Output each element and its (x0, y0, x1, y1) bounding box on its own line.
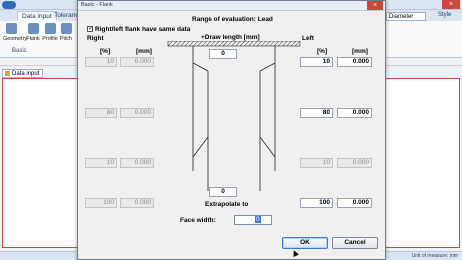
left-percent-field-4[interactable]: 100 (300, 198, 333, 208)
app-close-button[interactable]: × (442, 0, 460, 9)
right-mm-field-2: 0.000 (120, 108, 154, 118)
right-percent-header: [%] (100, 48, 111, 55)
left-mm-field-4[interactable]: 0.000 (337, 198, 372, 208)
pitch-label: Pitch (59, 36, 73, 42)
cancel-button[interactable]: Cancel (332, 237, 378, 249)
right-mm-header: [mm] (136, 48, 152, 55)
style-menu[interactable]: Style (438, 12, 451, 18)
right-percent-field-1: 10 (85, 57, 117, 67)
range-title: Range of evaluation: Lead (192, 16, 273, 23)
document-tab-data-input[interactable]: Data input (2, 69, 44, 78)
draw-length-label: +Draw length [mm] (201, 34, 260, 41)
status-unit-text: Unit of measure: mm (411, 253, 458, 259)
ribbon-group-label: Basic (12, 48, 27, 54)
pitch-button[interactable]: Pitch (58, 23, 74, 42)
left-percent-field-3: 10 (300, 158, 333, 168)
profile-button[interactable]: Profile (42, 23, 58, 42)
flank-diagram (167, 41, 301, 191)
document-icon (5, 71, 10, 76)
face-width-label: Face width: (180, 217, 216, 224)
geometry-label: Geometry (3, 36, 28, 42)
left-mm-header: [mm] (352, 48, 368, 55)
geometry-icon (5, 23, 17, 34)
left-percent-header: [%] (317, 48, 328, 55)
left-mm-field-1[interactable]: 0.000 (337, 57, 372, 67)
dialog-titlebar: Basic - Flank × (78, 1, 385, 11)
right-mm-field-1: 0.000 (120, 57, 154, 67)
dialog-title: Basic - Flank (81, 2, 113, 8)
extrapolate-label: Extrapolate to (205, 201, 249, 208)
document-tab-label: Data input (12, 71, 40, 77)
right-mm-field-3: 0.000 (120, 158, 154, 168)
right-percent-field-2: 80 (85, 108, 117, 118)
flank-button[interactable]: Flank (25, 23, 41, 42)
flank-dialog: Basic - Flank × Range of evaluation: Lea… (77, 0, 386, 260)
app-logo-icon[interactable] (2, 1, 16, 9)
same-data-checkbox[interactable]: ✓ (87, 26, 93, 32)
flank-label: Flank (26, 36, 40, 42)
ok-button[interactable]: OK (282, 237, 328, 249)
flank-icon (27, 23, 39, 34)
right-percent-field-3: 10 (85, 158, 117, 168)
left-percent-field-1[interactable]: 10 (300, 57, 333, 67)
ribbon-right-controls: Diameter Style (382, 11, 462, 35)
profile-label: Profile (42, 36, 58, 42)
dialog-close-button[interactable]: × (367, 1, 383, 10)
geometry-button[interactable]: Geometry (3, 23, 27, 42)
right-mm-field-4: 0.000 (120, 198, 154, 208)
pitch-icon (60, 23, 72, 34)
face-width-value: 0 (255, 216, 261, 223)
diameter-combo[interactable]: Diameter (386, 12, 426, 21)
right-flank-label: Right (87, 35, 104, 42)
left-mm-field-2[interactable]: 0.000 (337, 108, 372, 118)
profile-icon (44, 23, 56, 34)
same-data-label: Right/left flank have same data (95, 26, 191, 33)
draw-length-bottom-field[interactable]: 0 (209, 187, 237, 197)
left-percent-field-2[interactable]: 80 (300, 108, 333, 118)
draw-length-top-field[interactable]: 0 (209, 49, 237, 59)
left-mm-field-3: 0.000 (337, 158, 372, 168)
face-width-input[interactable]: 0 (234, 215, 272, 225)
right-percent-field-4: 100 (85, 198, 117, 208)
